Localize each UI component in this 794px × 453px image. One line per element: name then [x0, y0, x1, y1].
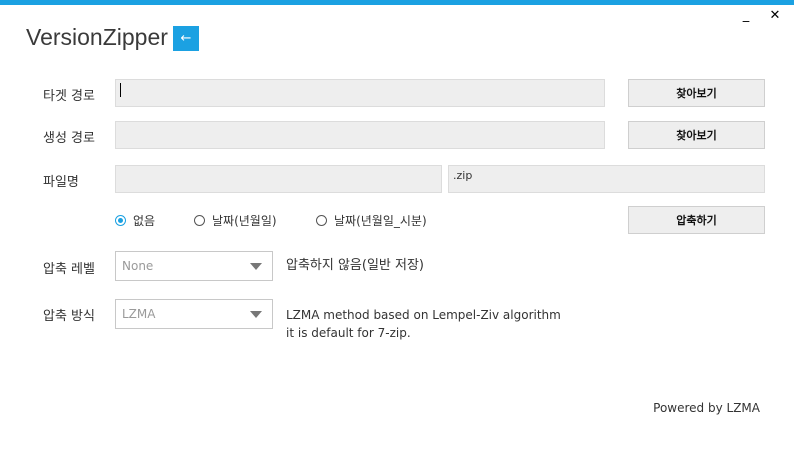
compression-method-select[interactable]: LZMA [115, 299, 273, 329]
chevron-down-icon [250, 263, 262, 270]
chevron-down-icon [250, 311, 262, 318]
compression-level-description: 압축하지 않음(일반 저장) [286, 258, 425, 273]
output-browse-button[interactable]: 찾아보기 [628, 121, 765, 149]
target-browse-button[interactable]: 찾아보기 [628, 79, 765, 107]
minimize-button[interactable]: _ [736, 8, 756, 24]
compress-button[interactable]: 압축하기 [628, 206, 765, 234]
app-title: VersionZipper [26, 24, 168, 50]
close-button[interactable]: ✕ [765, 8, 785, 24]
target-path-input[interactable] [115, 79, 605, 107]
radio-none[interactable]: 없음 [115, 212, 155, 229]
window-accent-bar [0, 0, 794, 5]
compression-level-select[interactable]: None [115, 251, 273, 281]
output-path-input[interactable] [115, 121, 605, 149]
compression-method-label: 압축 방식 [43, 309, 95, 324]
radio-unchecked-icon [316, 215, 327, 226]
filename-label: 파일명 [43, 175, 79, 190]
filename-input[interactable] [115, 165, 442, 193]
target-path-label: 타겟 경로 [43, 89, 95, 104]
radio-unchecked-icon [194, 215, 205, 226]
text-cursor [120, 83, 121, 97]
radio-date[interactable]: 날짜(년월일) [194, 212, 277, 229]
back-arrow-icon: ← [180, 31, 192, 46]
powered-by-text: Powered by LZMA [653, 401, 760, 415]
compression-method-description: LZMA method based on Lempel-Ziv algorith… [286, 308, 561, 340]
radio-datetime[interactable]: 날짜(년월일_시분) [316, 212, 427, 229]
radio-checked-icon [115, 215, 126, 226]
output-path-label: 생성 경로 [43, 131, 95, 146]
extension-field: .zip [448, 165, 765, 193]
compression-level-label: 압축 레벨 [43, 262, 95, 277]
back-button[interactable]: ← [173, 26, 199, 51]
